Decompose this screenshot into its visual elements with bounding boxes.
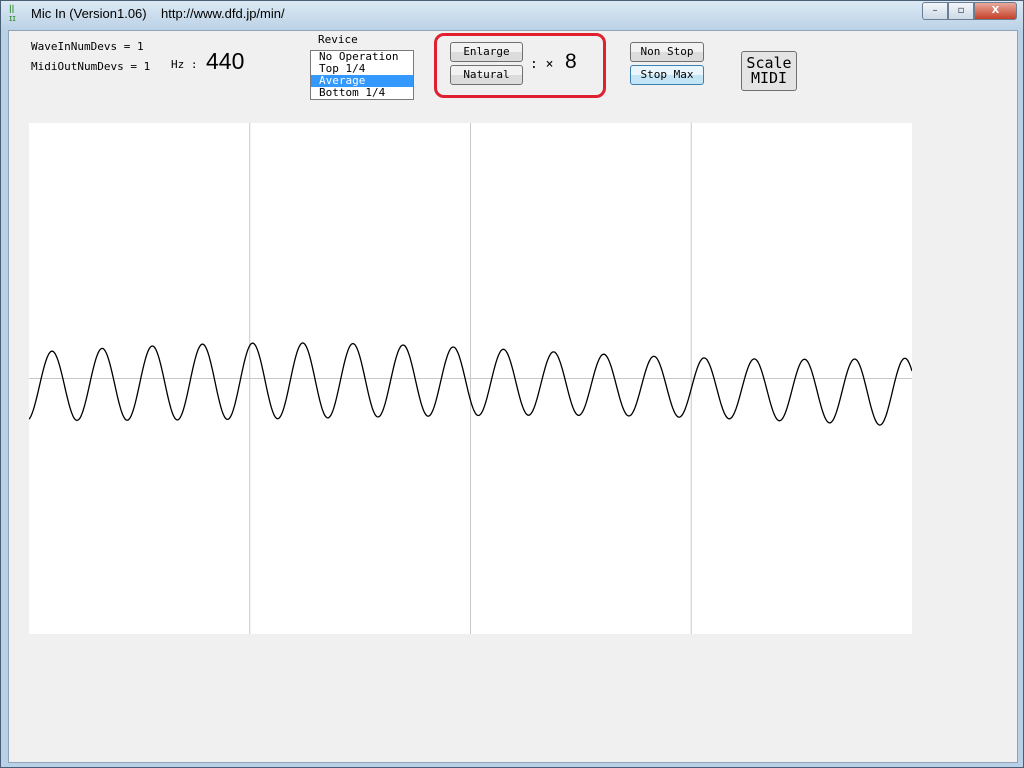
close-button[interactable]: X xyxy=(974,2,1017,20)
scale-midi-button[interactable]: Scale MIDI xyxy=(741,51,797,91)
client-area: WaveInNumDevs = 1 MidiOutNumDevs = 1 Hz … xyxy=(8,30,1018,763)
title-bar[interactable]: ꟾꟾ ɪɪ Mic In (Version1.06) http://www.dfd… xyxy=(1,1,1023,29)
revice-option[interactable]: Bottom 1/4 xyxy=(311,87,413,99)
revice-listbox[interactable]: No Operation Top 1/4 Average Bottom 1/4 xyxy=(310,50,414,100)
enlarge-button[interactable]: Enlarge xyxy=(450,42,523,62)
app-icon: ꟾꟾ ɪɪ xyxy=(9,6,16,24)
maximize-button[interactable]: ▫ xyxy=(948,2,974,20)
natural-button[interactable]: Natural xyxy=(450,65,523,85)
wave-in-devs: WaveInNumDevs = 1 xyxy=(31,40,144,53)
midi-out-devs: MidiOutNumDevs = 1 xyxy=(31,60,151,73)
hz-label: Hz : xyxy=(171,58,198,71)
hz-value: 440 xyxy=(206,48,245,74)
scale-midi-line2: MIDI xyxy=(750,69,788,87)
factor-label: : × xyxy=(530,57,554,72)
revice-label: Revice xyxy=(318,33,358,46)
waveform-display xyxy=(29,123,912,634)
stop-max-button[interactable]: Stop Max xyxy=(630,65,704,85)
app-window: ꟾꟾ ɪɪ Mic In (Version1.06) http://www.dfd… xyxy=(0,0,1024,768)
minimize-button[interactable]: – xyxy=(922,2,948,20)
non-stop-button[interactable]: Non Stop xyxy=(630,42,704,62)
zoom-factor: 8 xyxy=(565,50,577,73)
window-title: Mic In (Version1.06) http://www.dfd.jp/m… xyxy=(31,6,285,21)
